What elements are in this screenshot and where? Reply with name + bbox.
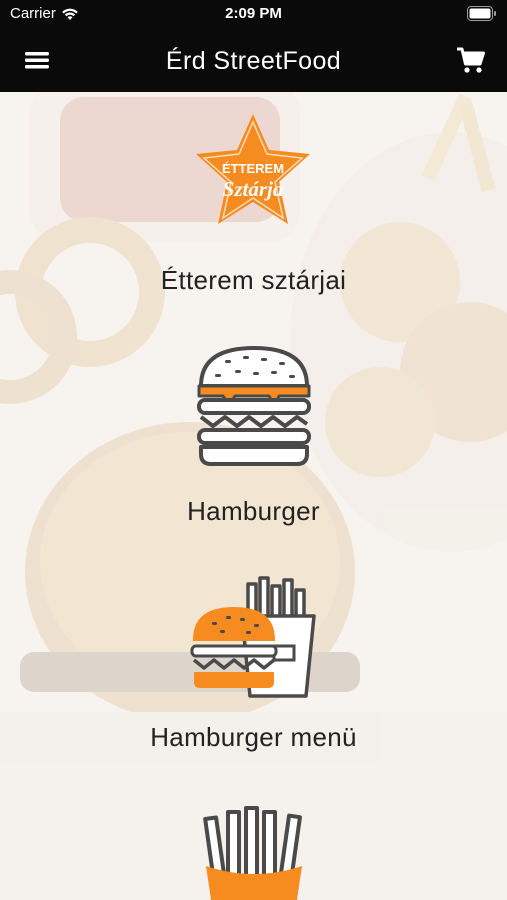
app-title: Érd StreetFood	[165, 47, 342, 75]
fries-icon	[203, 806, 302, 900]
burger-fries-menu-icon	[190, 576, 316, 698]
category-label: Hamburger menü	[150, 722, 357, 752]
badge-text-sztarja: Sztárja	[223, 177, 284, 201]
category-label: Hamburger	[187, 496, 320, 526]
badge-text-etterem: ÉTTEREM	[222, 161, 284, 176]
shopping-cart-icon[interactable]	[455, 45, 487, 75]
hamburger-icon	[197, 346, 311, 466]
category-label: Étterem sztárjai	[160, 265, 347, 295]
category-item-hamburger[interactable]: Hamburger	[0, 344, 507, 534]
category-item-hamburger-menu[interactable]: Hamburger menü	[0, 576, 507, 766]
status-bar: Carrier 2:09 PM	[0, 0, 507, 28]
status-time: 2:09 PM	[225, 5, 282, 22]
navigation-bar: Érd StreetFood	[0, 28, 507, 92]
category-list[interactable]: ÉTTEREM Sztárja Étterem sztárjai Hamburg…	[0, 92, 507, 900]
star-badge-icon: ÉTTEREM Sztárja	[196, 114, 310, 224]
category-item-etterem-sztarjai[interactable]: ÉTTEREM Sztárja Étterem sztárjai	[0, 110, 507, 310]
battery-icon	[467, 6, 496, 21]
category-item-fries[interactable]	[0, 806, 507, 900]
